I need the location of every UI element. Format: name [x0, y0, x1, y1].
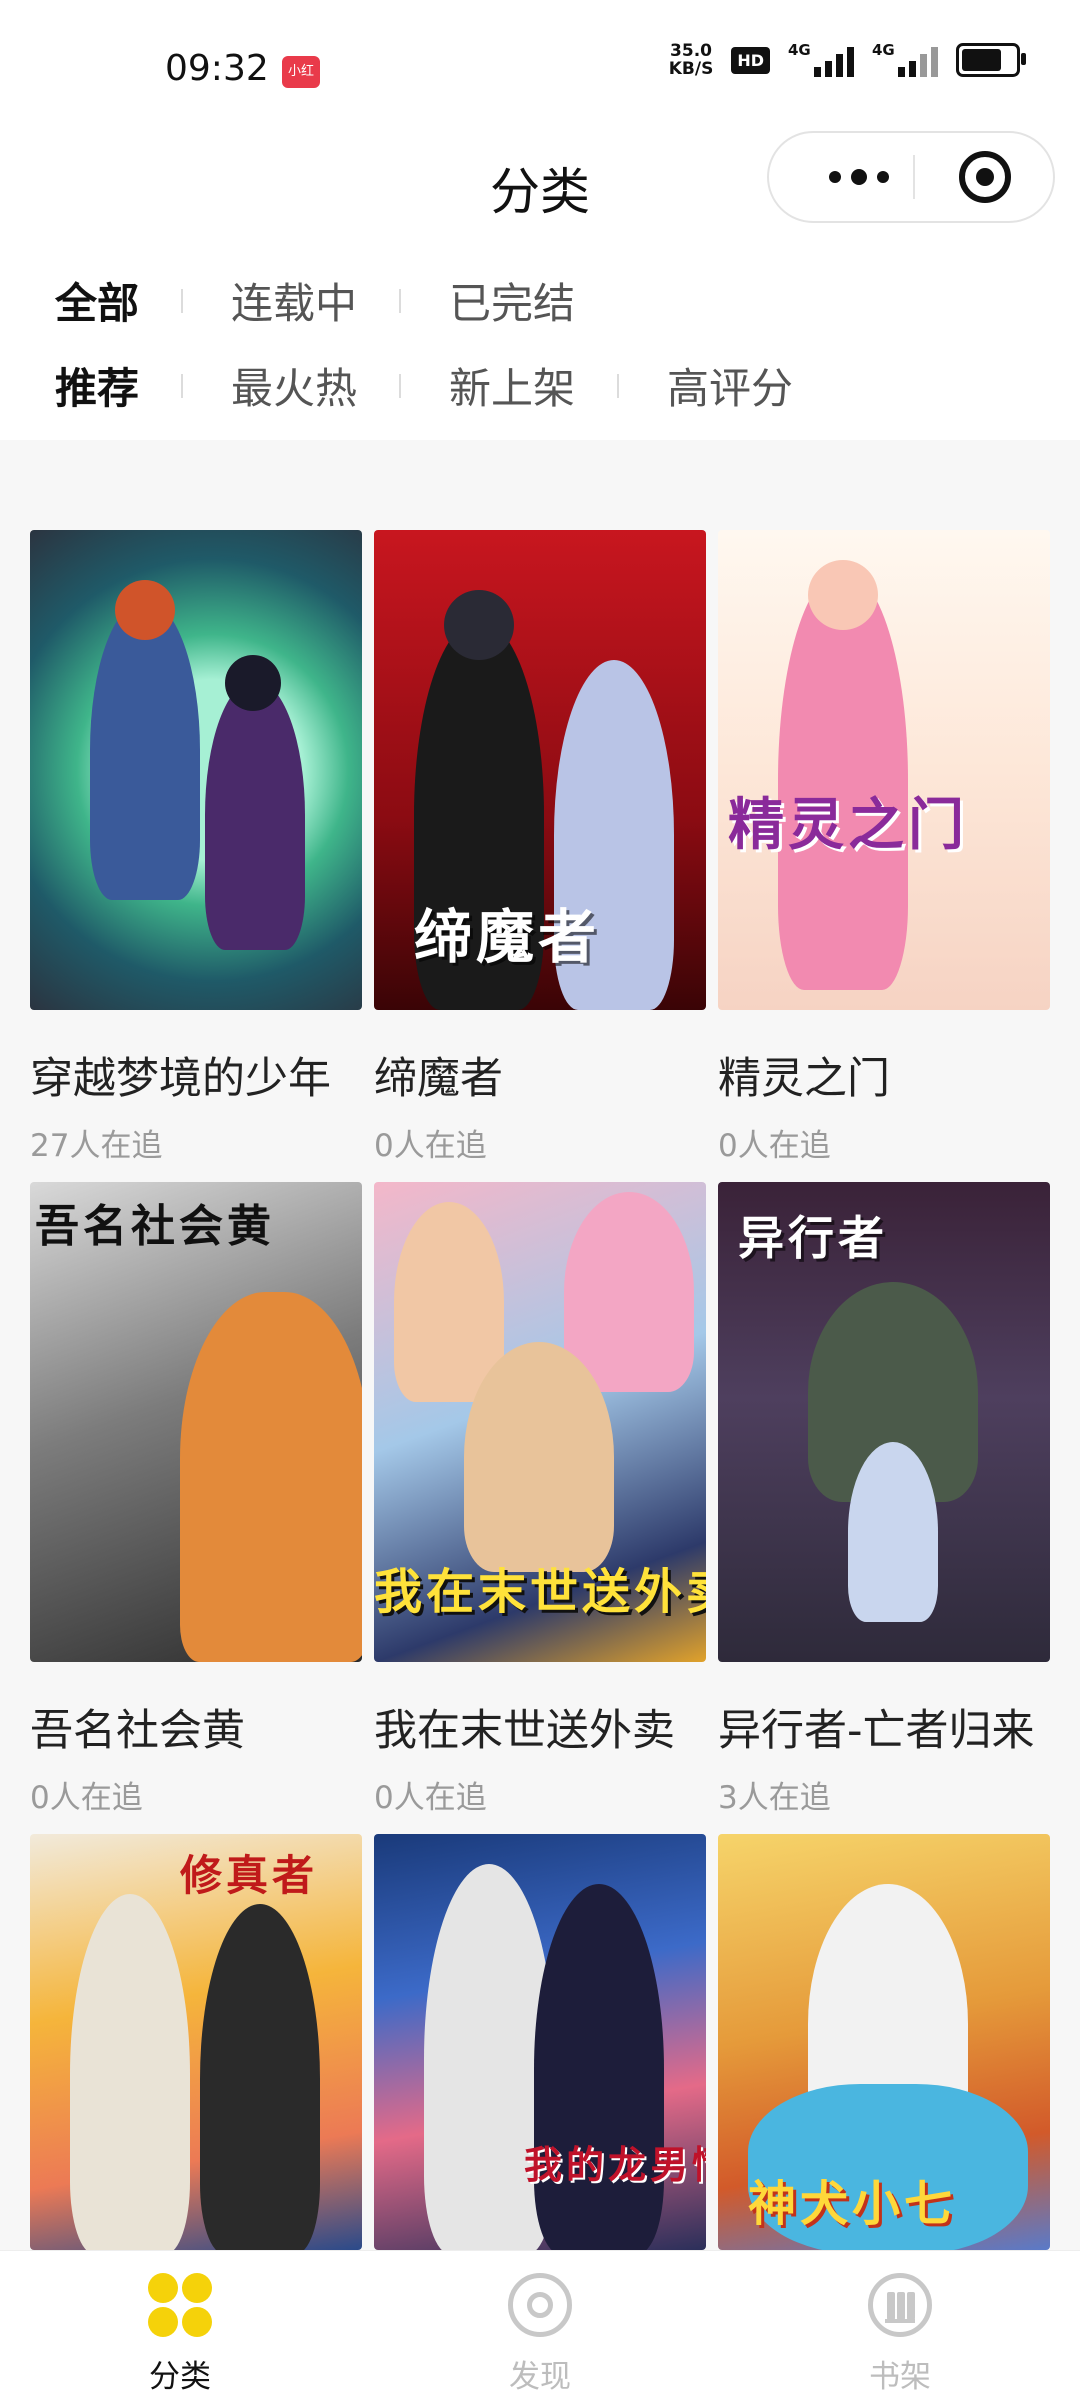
filter-panel: 全部 连载中 已完结 推荐 最火热 新上架 高评分 — [0, 240, 1080, 440]
comic-title[interactable]: 精灵之门 — [718, 1044, 1050, 1106]
comic-cover[interactable]: 神犬小七 — [718, 1834, 1050, 2250]
filter-divider — [181, 373, 184, 398]
mini-program-capsule — [767, 131, 1055, 223]
sort-newest[interactable]: 新上架 — [449, 355, 575, 416]
comic-card[interactable]: 异行者 异行者-亡者归来 3人在追 — [718, 1182, 1050, 1817]
tab-label: 发现 — [509, 2359, 571, 2395]
cover-title-text: 吾名社会黄 — [35, 1201, 275, 1252]
tab-label: 书架 — [869, 2359, 931, 2395]
comic-card[interactable]: 精灵之门 精灵之门 0人在追 — [718, 530, 1050, 1165]
category-grid-icon — [148, 2273, 212, 2337]
tab-category[interactable]: 分类 — [0, 2251, 360, 2401]
comic-followers: 0人在追 — [374, 1128, 487, 1164]
comic-card[interactable]: 吾名社会黄 吾名社会黄 0人在追 — [30, 1182, 362, 1817]
comic-followers: 0人在追 — [718, 1128, 831, 1164]
comic-followers: 0人在追 — [30, 1780, 143, 1816]
discover-target-icon — [508, 2273, 572, 2337]
status-time: 09:32 — [165, 48, 269, 89]
battery-icon — [956, 43, 1026, 77]
comic-title[interactable]: 异行者-亡者归来 — [718, 1696, 1050, 1758]
capsule-divider — [913, 155, 915, 199]
signal-strength-secondary-icon: 4G — [872, 41, 938, 77]
hd-voice-icon: HD — [731, 46, 770, 74]
comic-cover[interactable]: 我的龙男情 — [374, 1834, 706, 2250]
comic-card[interactable]: 我在末世送外卖 我在末世送外卖 0人在追 — [374, 1182, 706, 1817]
filter-divider — [399, 288, 402, 313]
more-options-icon[interactable] — [809, 133, 909, 221]
comic-followers: 3人在追 — [718, 1780, 831, 1816]
comic-cover[interactable]: 缔魔者 — [374, 530, 706, 1010]
cover-title-text: 我在末世送外卖 — [374, 1564, 706, 1620]
comic-title[interactable]: 穿越梦境的少年 — [30, 1044, 362, 1106]
filter-completed[interactable]: 已完结 — [449, 270, 575, 331]
comic-title[interactable]: 我在末世送外卖 — [374, 1696, 706, 1758]
comic-card[interactable]: 穿越梦境的少年 27人在追 — [30, 530, 362, 1165]
cover-title-text: 我的龙男情 — [524, 2143, 706, 2187]
cover-title-text: 精灵之门 — [728, 793, 968, 858]
status-indicators: 35.0 KB/S HD 4G 4G — [668, 41, 1026, 79]
app-notification-icon: 小红书 — [282, 56, 320, 111]
filter-all[interactable]: 全部 — [55, 270, 139, 331]
tab-label: 分类 — [149, 2359, 211, 2395]
sort-top-rated[interactable]: 高评分 — [667, 355, 793, 416]
comic-cover[interactable]: 吾名社会黄 — [30, 1182, 362, 1662]
cover-title-text: 异行者 — [738, 1211, 888, 1265]
filter-divider — [181, 288, 184, 313]
comic-cover[interactable] — [30, 530, 362, 1010]
comic-cover[interactable]: 修真者 — [30, 1834, 362, 2250]
filter-divider — [617, 373, 620, 398]
cover-title-text: 缔魔者 — [414, 903, 601, 971]
sort-recommended[interactable]: 推荐 — [55, 355, 139, 416]
comic-followers: 0人在追 — [374, 1780, 487, 1816]
close-mini-program-icon[interactable] — [959, 151, 1011, 203]
cover-title-text: 修真者 — [180, 1851, 319, 1900]
status-bar: 09:32 小红书 35.0 KB/S HD 4G 4G — [0, 0, 1080, 130]
comic-card[interactable]: 神犬小七 — [718, 1834, 1050, 2250]
comic-followers: 27人在追 — [30, 1128, 163, 1164]
status-filter-row: 全部 连载中 已完结 — [55, 270, 575, 331]
network-speed: 35.0 KB/S — [668, 41, 714, 79]
navigation-bar: 分类 — [0, 130, 1080, 240]
bookshelf-icon — [868, 2273, 932, 2337]
tab-discover[interactable]: 发现 — [360, 2251, 720, 2401]
tab-bookshelf[interactable]: 书架 — [720, 2251, 1080, 2401]
comic-cover[interactable]: 我在末世送外卖 — [374, 1182, 706, 1662]
comic-cover[interactable]: 异行者 — [718, 1182, 1050, 1662]
filter-divider — [399, 373, 402, 398]
filter-ongoing[interactable]: 连载中 — [231, 270, 357, 331]
comic-title[interactable]: 缔魔者 — [374, 1044, 706, 1106]
sort-filter-row: 推荐 最火热 新上架 高评分 — [55, 355, 793, 416]
bottom-tab-bar: 分类 发现 书架 — [0, 2250, 1080, 2401]
sort-hottest[interactable]: 最火热 — [231, 355, 357, 416]
comic-card[interactable]: 修真者 — [30, 1834, 362, 2250]
comic-card[interactable]: 我的龙男情 — [374, 1834, 706, 2250]
comic-cover[interactable]: 精灵之门 — [718, 530, 1050, 1010]
comic-card[interactable]: 缔魔者 缔魔者 0人在追 — [374, 530, 706, 1165]
comic-title[interactable]: 吾名社会黄 — [30, 1696, 362, 1758]
signal-strength-icon: 4G — [788, 41, 854, 77]
cover-title-text: 神犬小七 — [748, 2176, 957, 2232]
